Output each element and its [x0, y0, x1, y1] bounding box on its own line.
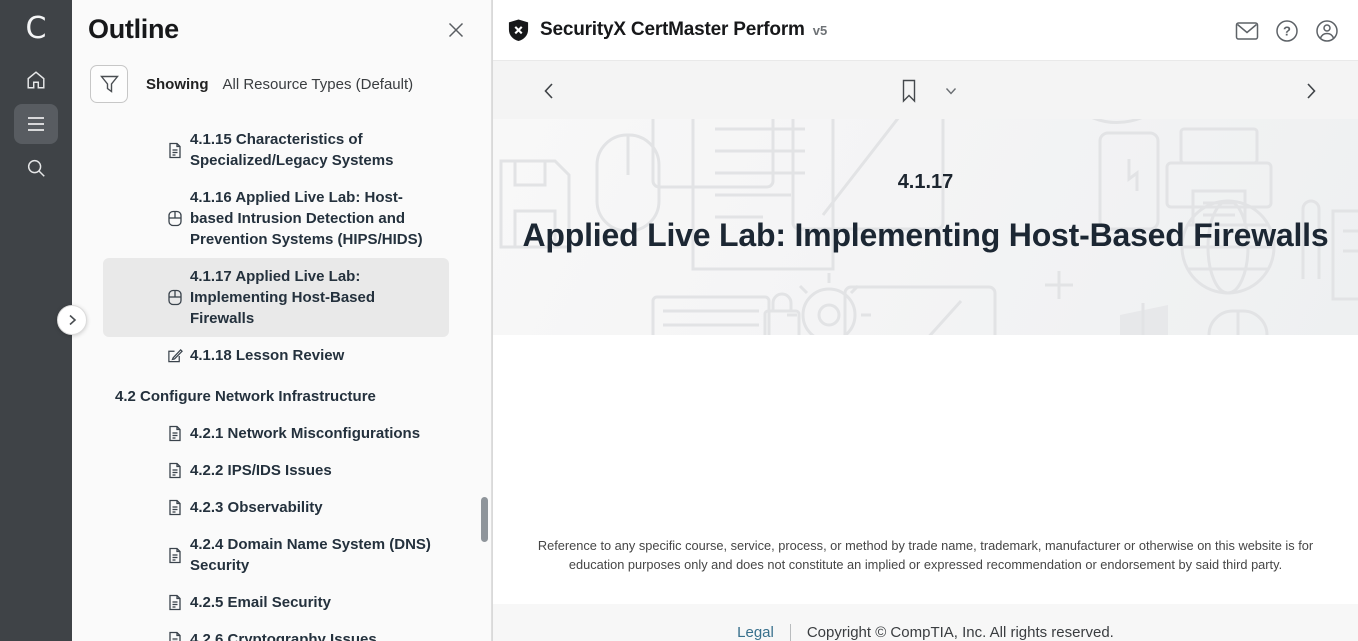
- mouse-icon: [167, 210, 183, 227]
- outline-item[interactable]: 4.1.18 Lesson Review: [103, 337, 449, 374]
- chevron-left-icon: [541, 82, 557, 100]
- outline-item[interactable]: 4.2.6 Cryptography Issues: [103, 621, 449, 641]
- previous-lesson-button[interactable]: [536, 78, 562, 104]
- lesson-banner: 4.1.17 Applied Live Lab: Implementing Ho…: [493, 119, 1358, 335]
- product-version: v5: [813, 23, 827, 38]
- outline-item-label: 4.1.17 Applied Live Lab: Implementing Ho…: [190, 266, 443, 329]
- chevron-down-icon: [945, 87, 957, 95]
- bookmark-menu-button[interactable]: [938, 78, 964, 104]
- outline-list: 4.1.15 Characteristics of Specialized/Le…: [72, 121, 491, 641]
- outline-panel-title: Outline: [88, 14, 179, 45]
- filter-value[interactable]: All Resource Types (Default): [223, 76, 414, 93]
- comptia-logo[interactable]: C: [0, 0, 72, 56]
- page-footer: Legal Copyright © CompTIA, Inc. All righ…: [493, 604, 1358, 641]
- shield-x-icon: [507, 18, 530, 42]
- document-icon: [167, 142, 183, 159]
- help-button[interactable]: ?: [1273, 17, 1301, 45]
- menu-icon: [26, 116, 46, 132]
- disclaimer-text: Reference to any specific course, servic…: [530, 537, 1322, 574]
- outline-item[interactable]: 4.1.15 Characteristics of Specialized/Le…: [103, 121, 449, 179]
- help-icon: ?: [1275, 19, 1299, 43]
- collapse-panel-button[interactable]: [57, 305, 87, 335]
- document-icon: [167, 425, 183, 442]
- copyright-text: Copyright © CompTIA, Inc. All rights res…: [807, 624, 1114, 641]
- outline-item-label: 4.2.1 Network Misconfigurations: [190, 423, 420, 444]
- document-icon: [167, 499, 183, 516]
- outline-item-label: 4.1.16 Applied Live Lab: Host-based Intr…: [190, 187, 443, 250]
- outline-scrollbar[interactable]: [481, 120, 488, 641]
- filter-icon: [100, 75, 119, 93]
- lesson-toolbar: [493, 61, 1358, 119]
- mail-icon: [1235, 21, 1259, 41]
- legal-link[interactable]: Legal: [737, 624, 774, 641]
- filter-showing-label: Showing: [146, 76, 209, 93]
- home-button[interactable]: [14, 60, 58, 100]
- outline-item-label: 4.2.5 Email Security: [190, 592, 331, 613]
- footer-divider: [790, 624, 791, 641]
- product-title: SecurityX CertMaster Perform: [540, 19, 805, 41]
- outline-item[interactable]: 4.1.16 Applied Live Lab: Host-based Intr…: [103, 179, 449, 258]
- outline-panel: Outline Showing All Resource Types (Defa…: [72, 0, 492, 641]
- outline-item-selected[interactable]: 4.1.17 Applied Live Lab: Implementing Ho…: [103, 258, 449, 337]
- account-icon: [1315, 19, 1339, 43]
- edit-icon: [167, 347, 183, 364]
- outline-scrollbar-thumb[interactable]: [481, 497, 488, 542]
- outline-item-label: 4.2.2 IPS/IDS Issues: [190, 460, 332, 481]
- lesson-title: Applied Live Lab: Implementing Host-Base…: [493, 217, 1358, 254]
- outline-item[interactable]: 4.2.1 Network Misconfigurations: [103, 415, 449, 452]
- outline-item-label: 4.2.4 Domain Name System (DNS) Security: [190, 534, 443, 576]
- mouse-icon: [167, 289, 183, 306]
- account-button[interactable]: [1313, 17, 1341, 45]
- document-icon: [167, 594, 183, 611]
- document-icon: [167, 631, 183, 641]
- outline-item-label: 4.2.3 Observability: [190, 497, 323, 518]
- chevron-right-icon: [66, 314, 78, 326]
- home-icon: [25, 69, 47, 91]
- outline-menu-button[interactable]: [14, 104, 58, 144]
- product-header: SecurityX CertMaster Perform v5 ?: [493, 0, 1358, 61]
- app-window: C Outline: [0, 0, 1358, 641]
- messages-button[interactable]: [1233, 17, 1261, 45]
- search-icon: [25, 157, 47, 179]
- svg-text:?: ?: [1283, 23, 1291, 38]
- outline-item[interactable]: 4.2.3 Observability: [103, 489, 449, 526]
- lesson-number: 4.1.17: [493, 171, 1358, 194]
- outline-item[interactable]: 4.2.5 Email Security: [103, 584, 449, 621]
- next-lesson-button[interactable]: [1298, 78, 1324, 104]
- filter-button[interactable]: [90, 65, 128, 103]
- outline-section-header: 4.2 Configure Network Infrastructure: [103, 374, 449, 415]
- document-icon: [167, 462, 183, 479]
- document-icon: [167, 547, 183, 564]
- chevron-right-icon: [1303, 82, 1319, 100]
- content-area: SecurityX CertMaster Perform v5 ?: [492, 0, 1358, 641]
- bookmark-icon: [900, 79, 918, 103]
- close-outline-button[interactable]: [443, 17, 469, 43]
- outline-item-label: 4.1.15 Characteristics of Specialized/Le…: [190, 129, 443, 171]
- search-button[interactable]: [14, 148, 58, 188]
- bookmark-button[interactable]: [896, 78, 922, 104]
- outline-item-label: 4.2.6 Cryptography Issues: [190, 629, 377, 641]
- outline-item-label: 4.1.18 Lesson Review: [190, 345, 344, 366]
- outline-item[interactable]: 4.2.4 Domain Name System (DNS) Security: [103, 526, 449, 584]
- close-icon: [446, 20, 466, 40]
- outline-item[interactable]: 4.2.2 IPS/IDS Issues: [103, 452, 449, 489]
